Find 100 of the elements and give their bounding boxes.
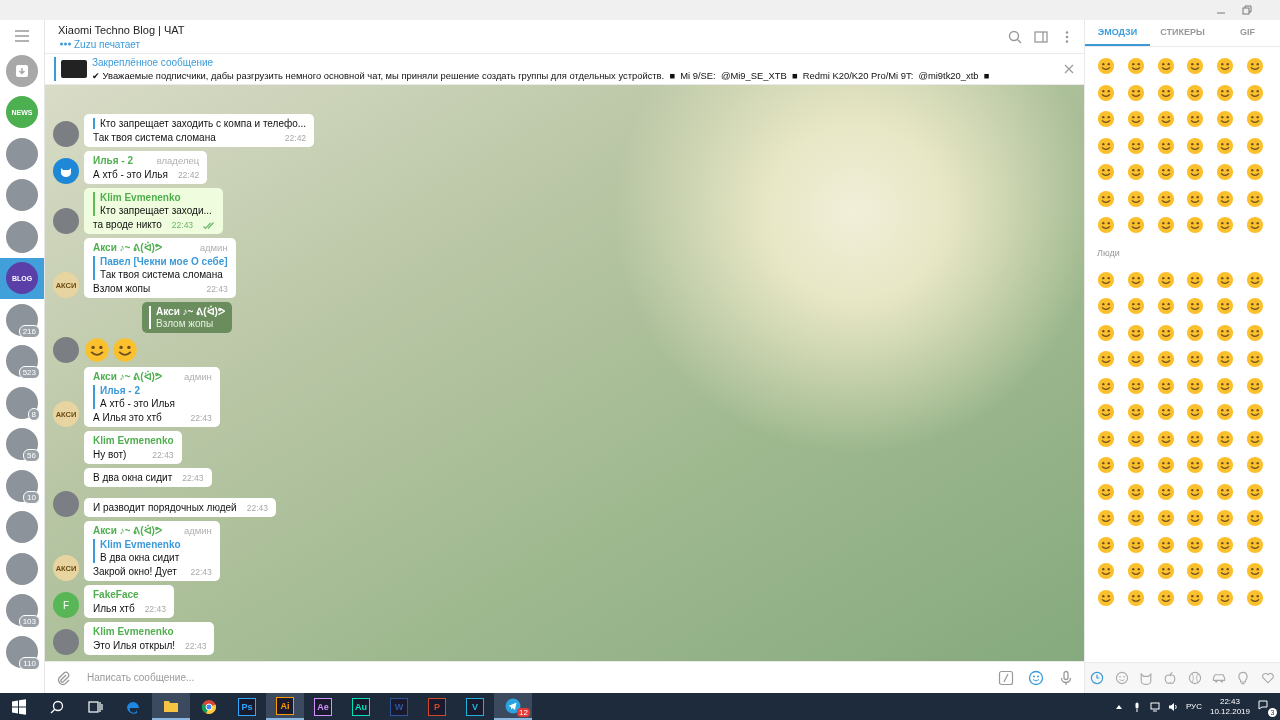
emoji-icon[interactable]	[1186, 456, 1205, 475]
emoji-icon[interactable]	[1186, 163, 1205, 182]
emoji-icon[interactable]	[1186, 136, 1205, 155]
emoji-icon[interactable]	[1126, 189, 1145, 208]
emoji-icon[interactable]	[1097, 509, 1115, 528]
emoji-icon[interactable]	[1186, 376, 1205, 395]
recent-category-icon[interactable]	[1089, 670, 1106, 686]
chat-avatar[interactable]	[6, 179, 38, 212]
emoji-icon[interactable]	[1246, 456, 1264, 475]
emoji-icon[interactable]	[1097, 429, 1115, 448]
emoji-icon[interactable]	[1126, 136, 1145, 155]
sender-name[interactable]: Илья - 2	[93, 155, 133, 166]
emoji-icon[interactable]	[1216, 297, 1235, 316]
emoji-icon[interactable]	[1216, 588, 1235, 607]
sender-name[interactable]: Акси ♪~ ᕕ(ᐛ)ᕗ	[93, 242, 162, 253]
app-icon[interactable]: Ae	[314, 697, 332, 716]
emoji-icon[interactable]	[1246, 403, 1264, 422]
emoji-icon[interactable]	[1216, 110, 1235, 129]
language-indicator[interactable]: РУС	[1185, 702, 1202, 711]
paper-plane-icon[interactable]	[505, 697, 521, 714]
chat-avatar[interactable]	[6, 428, 38, 461]
browser-icon[interactable]	[201, 698, 217, 715]
emoji-icon[interactable]	[1126, 110, 1145, 129]
emoji-icon[interactable]	[1186, 270, 1205, 289]
emoji-icon[interactable]	[1156, 376, 1175, 395]
chat-avatar[interactable]	[6, 469, 38, 502]
emoji-icon[interactable]	[1156, 83, 1175, 102]
emoji-icon[interactable]	[1216, 403, 1235, 422]
emoji-icon[interactable]	[1156, 509, 1175, 528]
close-icon[interactable]	[1064, 64, 1074, 74]
emoji-icon[interactable]	[1156, 429, 1175, 448]
chat-avatar[interactable]	[6, 137, 38, 170]
app-icon[interactable]: Ps	[238, 697, 256, 716]
emoji-icon[interactable]	[1186, 323, 1205, 342]
panel-tab[interactable]: ЭМОДЗИ	[1085, 20, 1150, 46]
emoji-icon[interactable]	[1216, 216, 1235, 235]
emoji-icon[interactable]	[1097, 482, 1115, 501]
user-avatar[interactable]	[53, 121, 79, 147]
emoji-icon[interactable]	[1126, 588, 1145, 607]
chat-list-item[interactable]: 10	[0, 465, 44, 507]
sender-name[interactable]: FakeFace	[93, 589, 139, 600]
emoji-icon[interactable]	[1156, 562, 1175, 581]
emoji-icon[interactable]	[1246, 297, 1264, 316]
emoji-icon[interactable]	[1097, 588, 1115, 607]
chat-list-item[interactable]: 8	[0, 382, 44, 424]
sender-name[interactable]: Акси ♪~ ᕕ(ᐛ)ᕗ	[93, 371, 162, 382]
emoji-icon[interactable]	[1186, 403, 1205, 422]
emoji-icon[interactable]	[1097, 456, 1115, 475]
emoji-icon[interactable]	[1126, 83, 1145, 102]
emoji-icon[interactable]	[1246, 509, 1264, 528]
emoji-icon[interactable]	[1097, 535, 1115, 554]
emoji-icon[interactable]	[1216, 57, 1235, 76]
app-icon[interactable]: V	[466, 697, 484, 716]
chat-avatar[interactable]	[6, 552, 38, 585]
chat-avatar[interactable]	[6, 511, 38, 544]
emoji-icon[interactable]	[1216, 376, 1235, 395]
emoji-icon[interactable]	[1246, 429, 1264, 448]
pinned-message[interactable]: ✔ Уважаемые подписчики, дабы разгрузить немного основной чат, мы приняли решение создать группы для отдельных устройств. ■ Mi 9/SE: @Mi9_SE_XTB ■ Redmi K20/K20 Pro/Mi 9T: @mi9tk20_xtb ■	[92, 70, 1059, 81]
emoji-icon[interactable]	[1186, 350, 1205, 369]
emoji-icon[interactable]	[1216, 83, 1235, 102]
emoji-icon[interactable]	[1097, 376, 1115, 395]
emoji-icon[interactable]	[1216, 270, 1235, 289]
emoji-icon[interactable]	[1126, 376, 1145, 395]
user-avatar[interactable]: F	[53, 592, 79, 618]
user-avatar[interactable]	[53, 208, 79, 234]
emoji-icon[interactable]	[1097, 163, 1115, 182]
emoji-icon[interactable]	[1246, 270, 1264, 289]
reply-preview[interactable]: Акси ♪~ ᕕ(ᐛ)ᕗ Взлом жопы	[142, 302, 232, 333]
sender-name[interactable]: Klim Evmenenko	[93, 626, 174, 637]
emoji-icon[interactable]	[1097, 403, 1115, 422]
emoji-icon[interactable]	[1246, 216, 1264, 235]
emoji-icon[interactable]	[1186, 57, 1205, 76]
windows-start-icon[interactable]	[11, 698, 27, 715]
emoji-icon[interactable]	[1186, 297, 1205, 316]
sender-name[interactable]: Klim Evmenenko	[93, 435, 174, 446]
emoji-icon[interactable]	[1156, 163, 1175, 182]
slash-command-icon[interactable]	[998, 669, 1014, 686]
emoji-icon[interactable]	[1246, 350, 1264, 369]
emoji-icon[interactable]	[1097, 297, 1115, 316]
emoji-icon[interactable]	[1156, 403, 1175, 422]
paperclip-icon[interactable]	[55, 669, 71, 686]
emoji-icon[interactable]	[1186, 535, 1205, 554]
emoji-icon[interactable]	[1126, 456, 1145, 475]
emoji-icon[interactable]	[1216, 535, 1235, 554]
restore-icon[interactable]	[1242, 5, 1252, 15]
clock-time[interactable]: 22:43	[1219, 697, 1240, 706]
emoji-icon[interactable]	[1216, 189, 1235, 208]
emoji-icon[interactable]	[1216, 482, 1235, 501]
emoji-icon[interactable]	[1156, 535, 1175, 554]
emoji-icon[interactable]	[1097, 350, 1115, 369]
emoji-icon[interactable]	[1246, 110, 1264, 129]
panel-tab[interactable]: СТИКЕРЫ	[1150, 20, 1215, 46]
emoji-icon[interactable]	[1097, 83, 1115, 102]
emoji-icon[interactable]	[1216, 163, 1235, 182]
emoji-icon[interactable]	[1156, 456, 1175, 475]
emoji-icon[interactable]	[1156, 350, 1175, 369]
chat-avatar[interactable]	[6, 220, 38, 253]
emoji-icon[interactable]	[1216, 350, 1235, 369]
notification-icon[interactable]	[1258, 699, 1268, 710]
emoji-icon[interactable]	[1126, 482, 1145, 501]
